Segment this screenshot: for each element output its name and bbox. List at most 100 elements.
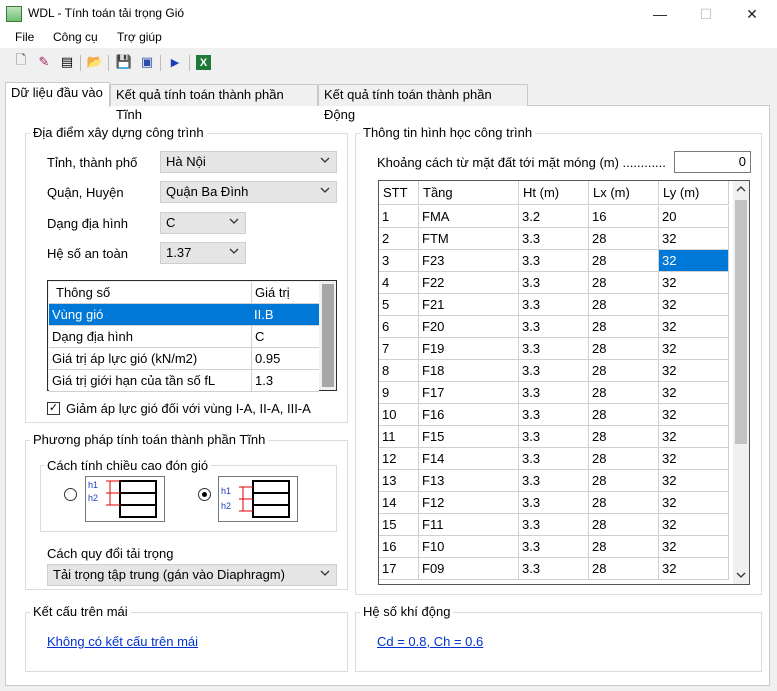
table-cell[interactable]: 3.3 xyxy=(519,272,589,294)
table-cell[interactable]: 3.3 xyxy=(519,382,589,404)
table-cell[interactable]: 3.3 xyxy=(519,338,589,360)
table-cell[interactable]: F22 xyxy=(419,272,519,294)
table-cell[interactable]: 28 xyxy=(589,294,659,316)
table-cell[interactable]: F19 xyxy=(419,338,519,360)
table-cell[interactable]: 16 xyxy=(589,206,659,228)
table-cell[interactable]: 28 xyxy=(589,360,659,382)
table-cell[interactable]: F16 xyxy=(419,404,519,426)
table-cell[interactable]: 28 xyxy=(589,514,659,536)
table-row[interactable]: 8 F18 3.3 28 32 xyxy=(379,360,729,382)
scroll-thumb[interactable] xyxy=(322,284,334,387)
table-cell[interactable]: 3.3 xyxy=(519,448,589,470)
table-row[interactable]: Giá trị áp lực gió (kN/m2) 0.95 xyxy=(49,348,319,370)
tab-dynamic-results[interactable]: Kết quả tính toán thành phần Động xyxy=(318,84,528,122)
excel-icon[interactable]: X xyxy=(196,55,211,70)
table-row[interactable]: 5 F21 3.3 28 32 xyxy=(379,294,729,316)
table-row[interactable]: 12 F14 3.3 28 32 xyxy=(379,448,729,470)
province-dropdown[interactable]: Hà Nội xyxy=(160,151,337,173)
table-cell[interactable]: 28 xyxy=(589,382,659,404)
table-cell[interactable]: 3 xyxy=(379,250,419,272)
table-cell[interactable]: 3.3 xyxy=(519,360,589,382)
table-cell[interactable]: F10 xyxy=(419,536,519,558)
table-cell[interactable]: F11 xyxy=(419,514,519,536)
table-row[interactable]: 15 F11 3.3 28 32 xyxy=(379,514,729,536)
table-cell[interactable]: 32 xyxy=(659,338,729,360)
table-cell[interactable]: 32 xyxy=(659,294,729,316)
table-cell[interactable]: FTM xyxy=(419,228,519,250)
table-cell[interactable]: FMA xyxy=(419,206,519,228)
tab-input-data[interactable]: Dữ liệu đầu vào xyxy=(5,82,110,107)
menu-file[interactable]: File xyxy=(15,30,34,44)
scroll-thumb[interactable] xyxy=(735,200,747,444)
height-option-1-radio[interactable] xyxy=(64,488,77,501)
table-cell[interactable]: 3.3 xyxy=(519,558,589,580)
parameter-table-scrollbar[interactable] xyxy=(320,282,336,389)
table-cell[interactable]: 3.3 xyxy=(519,536,589,558)
table-cell[interactable]: 1 xyxy=(379,206,419,228)
height-option-2-radio[interactable] xyxy=(198,488,211,501)
table-cell[interactable]: 16 xyxy=(379,536,419,558)
table-cell[interactable]: F13 xyxy=(419,470,519,492)
tab-static-results[interactable]: Kết quả tính toán thành phần Tĩnh xyxy=(110,84,318,122)
table-row[interactable]: 9 F17 3.3 28 32 xyxy=(379,382,729,404)
table-cell[interactable]: 3.3 xyxy=(519,426,589,448)
table-cell[interactable]: 32 xyxy=(659,360,729,382)
table-cell[interactable]: 28 xyxy=(589,470,659,492)
aero-coefficient-link[interactable]: Cd = 0.8, Ch = 0.6 xyxy=(377,634,483,649)
table-cell[interactable]: 4 xyxy=(379,272,419,294)
table-cell[interactable]: 28 xyxy=(589,338,659,360)
terrain-dropdown[interactable]: C xyxy=(160,212,246,234)
table-cell[interactable]: 3.3 xyxy=(519,514,589,536)
table-cell[interactable]: 10 xyxy=(379,404,419,426)
maximize-button[interactable]: ☐ xyxy=(683,0,729,28)
table-cell[interactable]: F17 xyxy=(419,382,519,404)
load-conversion-dropdown[interactable]: Tải trọng tập trung (gán vào Diaphragm) xyxy=(47,564,337,586)
table-cell[interactable]: 8 xyxy=(379,360,419,382)
table-cell[interactable]: 32 xyxy=(659,382,729,404)
table-cell[interactable]: F18 xyxy=(419,360,519,382)
table-cell[interactable]: 15 xyxy=(379,514,419,536)
save-icon[interactable]: 💾 xyxy=(115,53,133,71)
table-cell[interactable]: 32 xyxy=(659,404,729,426)
new-file-icon[interactable]: 🗋 xyxy=(12,52,30,71)
table-row[interactable]: Dạng địa hình C xyxy=(49,326,319,348)
table-row[interactable]: Giá trị giới hạn của tần số fL 1.3 xyxy=(49,370,319,392)
table-cell[interactable]: 28 xyxy=(589,250,659,272)
table-cell[interactable]: 32 xyxy=(659,536,729,558)
table-cell[interactable]: F20 xyxy=(419,316,519,338)
close-button[interactable]: ✕ xyxy=(729,0,775,28)
table-cell[interactable]: F21 xyxy=(419,294,519,316)
table-cell[interactable]: 3.2 xyxy=(519,206,589,228)
table-cell[interactable]: 28 xyxy=(589,426,659,448)
table-row[interactable]: 4 F22 3.3 28 32 xyxy=(379,272,729,294)
table-cell[interactable]: 3.3 xyxy=(519,250,589,272)
table-cell[interactable]: 28 xyxy=(589,316,659,338)
scroll-down-icon[interactable] xyxy=(736,571,746,579)
table-row[interactable]: 16 F10 3.3 28 32 xyxy=(379,536,729,558)
menu-tools[interactable]: Công cụ xyxy=(53,30,98,44)
table-cell[interactable]: 32 xyxy=(659,514,729,536)
table-cell[interactable]: 28 xyxy=(589,558,659,580)
table-cell[interactable]: 14 xyxy=(379,492,419,514)
menu-help[interactable]: Trợ giúp xyxy=(117,30,162,44)
table-row[interactable]: 2 FTM 3.3 28 32 xyxy=(379,228,729,250)
table-row[interactable]: 13 F13 3.3 28 32 xyxy=(379,470,729,492)
reduce-pressure-checkbox[interactable]: ✓ xyxy=(47,402,60,415)
table-cell[interactable]: 3.3 xyxy=(519,492,589,514)
roof-structure-link[interactable]: Không có kết cấu trên mái xyxy=(47,634,198,649)
table-cell[interactable]: 2 xyxy=(379,228,419,250)
table-cell[interactable]: 28 xyxy=(589,272,659,294)
table-cell[interactable]: 3.3 xyxy=(519,228,589,250)
table-cell[interactable]: 3.3 xyxy=(519,470,589,492)
scroll-up-icon[interactable] xyxy=(736,185,746,193)
table-cell[interactable]: 5 xyxy=(379,294,419,316)
table-cell[interactable]: 17 xyxy=(379,558,419,580)
table-cell[interactable]: 32 xyxy=(659,250,729,272)
table-cell[interactable]: 7 xyxy=(379,338,419,360)
table-cell[interactable]: 32 xyxy=(659,558,729,580)
table-cell[interactable]: 28 xyxy=(589,448,659,470)
table-row[interactable]: 7 F19 3.3 28 32 xyxy=(379,338,729,360)
table-row[interactable]: 14 F12 3.3 28 32 xyxy=(379,492,729,514)
table-row[interactable]: Vùng gió II.B xyxy=(49,304,319,326)
table-cell[interactable]: 32 xyxy=(659,316,729,338)
